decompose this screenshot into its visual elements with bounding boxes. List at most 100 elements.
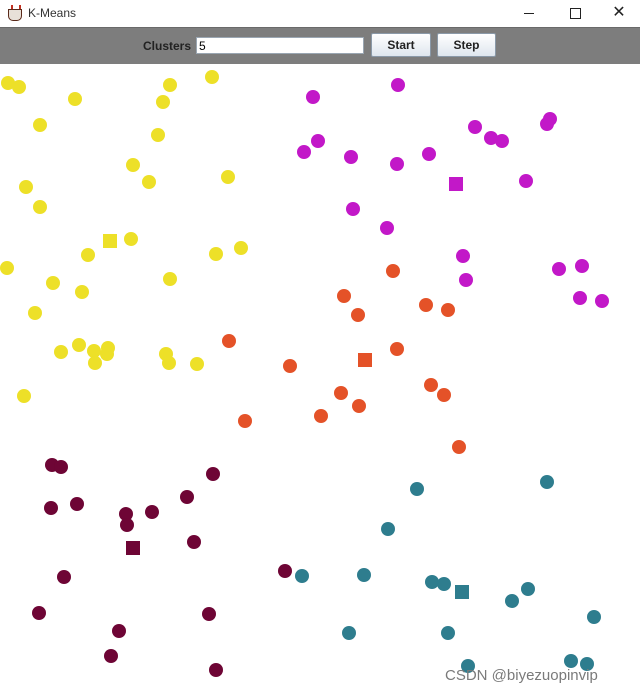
data-point [88,356,102,370]
step-button[interactable]: Step [437,33,496,57]
data-point [33,118,47,132]
data-point [595,294,609,308]
data-point [75,285,89,299]
data-point [104,649,118,663]
data-point [390,157,404,171]
cluster-centroid [455,585,469,599]
data-point [419,298,433,312]
minimize-icon [524,12,534,14]
watermark: CSDN @biyezuopinvip [445,667,598,684]
data-point [202,607,216,621]
data-point [437,577,451,591]
data-point [151,128,165,142]
data-point [145,505,159,519]
minimize-button[interactable] [506,0,552,26]
maximize-icon [569,7,581,19]
data-point [306,90,320,104]
data-point [342,626,356,640]
data-point [575,259,589,273]
data-point [424,378,438,392]
data-point [209,663,223,677]
data-point [206,467,220,481]
data-point [278,564,292,578]
data-point [205,70,219,84]
data-point [33,200,47,214]
close-button[interactable]: ✕ [598,0,640,26]
data-point [410,482,424,496]
cluster-centroid [103,234,117,248]
data-point [100,347,114,361]
clusters-label: Clusters [143,39,192,53]
data-point [142,175,156,189]
data-point [126,158,140,172]
data-point [81,248,95,262]
data-point [459,273,473,287]
data-point [505,594,519,608]
data-point [70,497,84,511]
data-point [44,501,58,515]
cluster-plot [0,70,609,677]
data-point [552,262,566,276]
data-point [72,338,86,352]
data-point [380,221,394,235]
data-point [54,345,68,359]
data-point [540,117,554,131]
java-cup-icon [6,5,22,21]
data-point [441,626,455,640]
data-point [540,475,554,489]
clusters-input[interactable] [196,37,364,54]
data-point [573,291,587,305]
data-point [437,388,451,402]
data-point [234,241,248,255]
data-point [456,249,470,263]
plot-canvas [0,64,640,695]
data-point [311,134,325,148]
data-point [163,272,177,286]
data-point [357,568,371,582]
data-point [337,289,351,303]
data-point [28,306,42,320]
data-point [0,261,14,275]
data-point [468,120,482,134]
data-point [124,232,138,246]
data-point [346,202,360,216]
window-title: K-Means [28,6,77,20]
data-point [120,518,134,532]
cluster-centroid [358,353,372,367]
data-point [334,386,348,400]
data-point [519,174,533,188]
data-point [314,409,328,423]
data-point [221,170,235,184]
title-bar: K-Means ✕ [0,0,640,26]
data-point [495,134,509,148]
data-point [390,342,404,356]
data-point [351,308,365,322]
data-point [297,145,311,159]
data-point [422,147,436,161]
data-point [209,247,223,261]
data-point [57,570,71,584]
data-point [452,440,466,454]
data-point [156,95,170,109]
data-point [283,359,297,373]
data-point [163,78,177,92]
data-point [352,399,366,413]
data-point [521,582,535,596]
data-point [19,180,33,194]
data-point [112,624,126,638]
data-point [68,92,82,106]
data-point [187,535,201,549]
data-point [381,522,395,536]
data-point [32,606,46,620]
maximize-button[interactable] [552,0,598,26]
data-point [87,344,101,358]
toolbar: Clusters Start Step [0,27,640,65]
data-point [190,357,204,371]
close-icon: ✕ [612,4,626,21]
data-point [180,490,194,504]
data-point [238,414,252,428]
data-point [46,276,60,290]
cluster-centroid [126,541,140,555]
data-point [587,610,601,624]
start-button[interactable]: Start [371,33,431,57]
